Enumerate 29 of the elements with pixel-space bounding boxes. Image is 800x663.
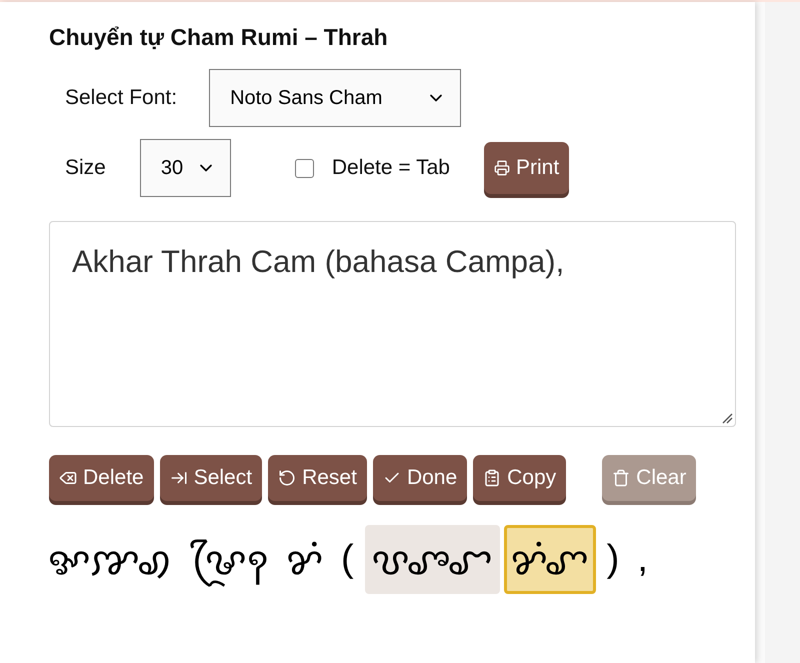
undo-icon xyxy=(278,469,296,487)
cham-word: ꨔꨴꩍ xyxy=(183,525,275,594)
backspace-icon xyxy=(59,469,77,487)
cham-word: ꨀꨇꩉ xyxy=(47,540,173,585)
select-button[interactable]: Select xyxy=(160,455,262,501)
text-input[interactable]: Akhar Thrah Cam (bahasa Campa), xyxy=(49,221,736,427)
cham-word: ꨝꨨꨧ xyxy=(364,525,500,594)
cham-word: ꨌꩌ xyxy=(285,540,324,585)
page-title: Chuyển tự Cham Rumi – Thrah xyxy=(49,24,389,51)
cham-word: ꨌꩌꨚ xyxy=(504,525,596,594)
size-select[interactable]: 30 xyxy=(140,139,231,197)
printer-icon xyxy=(494,160,510,176)
delete-tab-label: Delete = Tab xyxy=(332,156,450,180)
reset-button[interactable]: Reset xyxy=(268,455,367,501)
copy-button[interactable]: Copy xyxy=(473,455,566,501)
trash-icon xyxy=(612,469,630,487)
done-button[interactable]: Done xyxy=(372,455,468,501)
arrow-right-icon xyxy=(170,469,188,487)
size-label: Size xyxy=(65,156,106,180)
font-select[interactable]: Noto Sans Cham xyxy=(209,69,462,127)
cham-word: , xyxy=(636,537,649,582)
delete-button[interactable]: Delete xyxy=(49,455,154,501)
font-label: Select Font: xyxy=(65,86,178,110)
print-button[interactable]: Print xyxy=(484,142,570,194)
clipboard-icon xyxy=(483,469,502,487)
cham-word: ) xyxy=(606,537,620,582)
cham-word: ( xyxy=(340,537,355,582)
resize-grip-icon xyxy=(721,412,733,424)
delete-tab-checkbox[interactable] xyxy=(294,158,314,178)
